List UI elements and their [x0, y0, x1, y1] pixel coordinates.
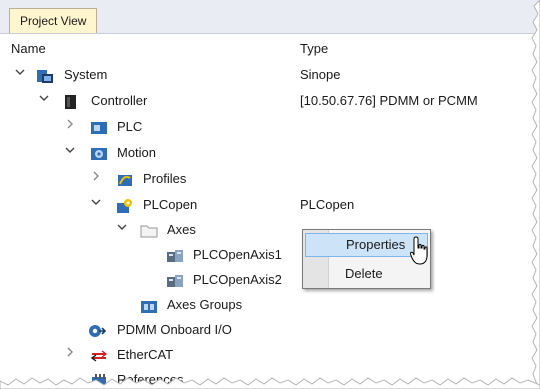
profiles-icon: [116, 171, 134, 187]
tree-label-profiles: Profiles: [143, 171, 187, 186]
tree-row-system[interactable]: System Sinope: [0, 62, 520, 88]
motion-icon: [90, 145, 108, 161]
plc-icon: [90, 119, 108, 135]
tree-type-controller: [10.50.67.76] PDMM or PCMM: [300, 93, 478, 108]
tree-label-ethercat: EtherCAT: [117, 347, 174, 362]
tree-label-axes-groups: Axes Groups: [167, 297, 243, 312]
chevron-right-icon[interactable]: [64, 342, 76, 368]
tree-row-axes[interactable]: Axes: [0, 217, 300, 243]
tree-row-profiles[interactable]: Profiles: [0, 166, 520, 192]
chevron-down-icon[interactable]: [116, 217, 128, 243]
chevron-down-icon[interactable]: [14, 62, 26, 88]
tree-label-axis2: PLCOpenAxis2: [193, 272, 282, 287]
mouse-pointer-icon: [409, 236, 430, 269]
column-header-type[interactable]: Type: [300, 41, 328, 56]
ethercat-icon: [90, 347, 108, 363]
axis-icon: [166, 272, 184, 288]
system-icon: [36, 67, 54, 83]
tree-row-plc[interactable]: PLC: [0, 114, 520, 140]
io-icon: [88, 322, 107, 338]
controller-icon: [62, 93, 80, 109]
tree-row-plcopen[interactable]: PLCopen PLCopen: [0, 192, 520, 218]
tree-row-axes-groups[interactable]: Axes Groups: [0, 292, 300, 318]
tree-label-system: System: [64, 67, 108, 82]
tab-bar: Project View: [0, 0, 540, 34]
tree-row-ethercat[interactable]: EtherCAT: [0, 342, 300, 368]
tree-label-motion: Motion: [117, 145, 157, 160]
tree-label-axes: Axes: [167, 222, 196, 237]
tree-label-plcopen: PLCopen: [143, 197, 198, 212]
tree-row-references[interactable]: References: [0, 367, 300, 389]
tree-type-system: Sinope: [300, 67, 341, 82]
tab-project-view[interactable]: Project View: [9, 8, 98, 34]
folder-icon: [140, 222, 158, 238]
chevron-down-icon[interactable]: [64, 140, 76, 166]
tree-label-plc: PLC: [117, 119, 143, 134]
chevron-down-icon[interactable]: [90, 192, 102, 218]
chevron-right-icon[interactable]: [90, 166, 102, 192]
axes-group-icon: [140, 297, 158, 313]
tree-row-controller[interactable]: Controller [10.50.67.76] PDMM or PCMM: [0, 88, 520, 114]
tree-label-pdmm-io: PDMM Onboard I/O: [117, 322, 232, 337]
plcopen-icon: [116, 197, 134, 213]
tree-row-pdmm-io[interactable]: PDMM Onboard I/O: [0, 317, 300, 343]
tree-label-axis1: PLCOpenAxis1: [193, 247, 282, 262]
tree-label-controller: Controller: [91, 93, 148, 108]
tree-label-references: References: [117, 372, 184, 387]
column-header-name[interactable]: Name: [11, 41, 46, 56]
tree-row-axis1[interactable]: PLCOpenAxis1: [0, 242, 300, 268]
axis-icon: [166, 247, 184, 263]
tree-row-axis2[interactable]: PLCOpenAxis2: [0, 267, 300, 293]
chevron-right-icon[interactable]: [64, 114, 76, 140]
chevron-down-icon[interactable]: [38, 88, 50, 114]
tree-type-plcopen: PLCopen: [300, 197, 355, 212]
tree-row-motion[interactable]: Motion: [0, 140, 520, 166]
references-icon: [90, 372, 108, 388]
